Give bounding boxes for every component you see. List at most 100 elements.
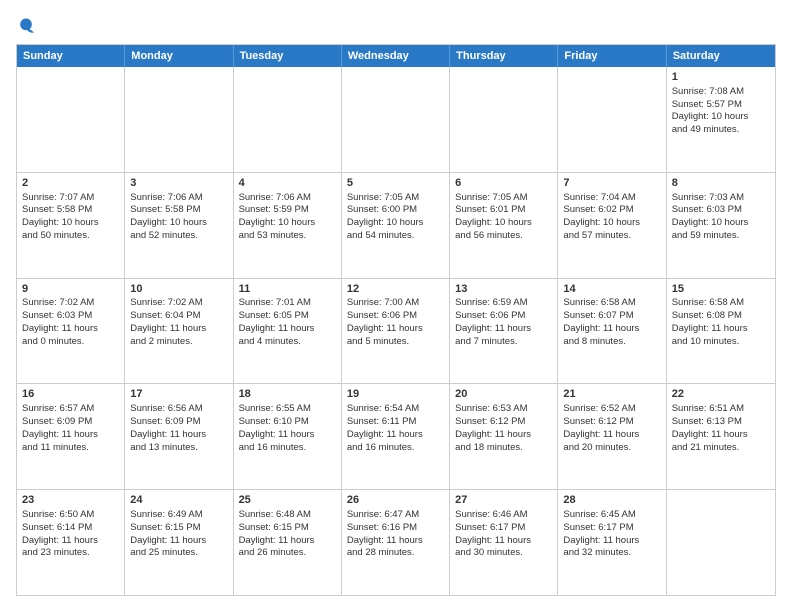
calendar-day-25: 25Sunrise: 6:48 AM Sunset: 6:15 PM Dayli… xyxy=(234,490,342,595)
day-number: 1 xyxy=(672,70,770,85)
calendar-row: 23Sunrise: 6:50 AM Sunset: 6:14 PM Dayli… xyxy=(17,490,775,595)
weekday-header: Sunday xyxy=(17,45,125,67)
day-info: Sunrise: 6:52 AM Sunset: 6:12 PM Dayligh… xyxy=(563,403,639,452)
day-info: Sunrise: 6:53 AM Sunset: 6:12 PM Dayligh… xyxy=(455,403,531,452)
calendar-day-20: 20Sunrise: 6:53 AM Sunset: 6:12 PM Dayli… xyxy=(450,384,558,489)
day-info: Sunrise: 6:56 AM Sunset: 6:09 PM Dayligh… xyxy=(130,403,206,452)
day-number: 6 xyxy=(455,176,552,191)
day-number: 26 xyxy=(347,493,444,508)
calendar: SundayMondayTuesdayWednesdayThursdayFrid… xyxy=(16,44,776,596)
calendar-day-21: 21Sunrise: 6:52 AM Sunset: 6:12 PM Dayli… xyxy=(558,384,666,489)
day-info: Sunrise: 7:02 AM Sunset: 6:03 PM Dayligh… xyxy=(22,297,98,346)
calendar-day-17: 17Sunrise: 6:56 AM Sunset: 6:09 PM Dayli… xyxy=(125,384,233,489)
calendar-day-10: 10Sunrise: 7:02 AM Sunset: 6:04 PM Dayli… xyxy=(125,279,233,384)
calendar-day-7: 7Sunrise: 7:04 AM Sunset: 6:02 PM Daylig… xyxy=(558,173,666,278)
calendar-day-26: 26Sunrise: 6:47 AM Sunset: 6:16 PM Dayli… xyxy=(342,490,450,595)
day-number: 25 xyxy=(239,493,336,508)
calendar-day-18: 18Sunrise: 6:55 AM Sunset: 6:10 PM Dayli… xyxy=(234,384,342,489)
day-number: 24 xyxy=(130,493,227,508)
day-info: Sunrise: 7:06 AM Sunset: 5:59 PM Dayligh… xyxy=(239,192,316,241)
day-number: 10 xyxy=(130,282,227,297)
calendar-empty-cell xyxy=(342,67,450,172)
day-info: Sunrise: 7:00 AM Sunset: 6:06 PM Dayligh… xyxy=(347,297,423,346)
day-number: 2 xyxy=(22,176,119,191)
page: SundayMondayTuesdayWednesdayThursdayFrid… xyxy=(0,0,792,612)
calendar-day-19: 19Sunrise: 6:54 AM Sunset: 6:11 PM Dayli… xyxy=(342,384,450,489)
day-info: Sunrise: 6:51 AM Sunset: 6:13 PM Dayligh… xyxy=(672,403,748,452)
calendar-day-13: 13Sunrise: 6:59 AM Sunset: 6:06 PM Dayli… xyxy=(450,279,558,384)
calendar-header: SundayMondayTuesdayWednesdayThursdayFrid… xyxy=(17,45,775,67)
day-info: Sunrise: 6:49 AM Sunset: 6:15 PM Dayligh… xyxy=(130,509,206,558)
day-number: 14 xyxy=(563,282,660,297)
calendar-day-3: 3Sunrise: 7:06 AM Sunset: 5:58 PM Daylig… xyxy=(125,173,233,278)
calendar-day-11: 11Sunrise: 7:01 AM Sunset: 6:05 PM Dayli… xyxy=(234,279,342,384)
day-number: 19 xyxy=(347,387,444,402)
day-number: 22 xyxy=(672,387,770,402)
calendar-day-22: 22Sunrise: 6:51 AM Sunset: 6:13 PM Dayli… xyxy=(667,384,775,489)
calendar-empty-cell xyxy=(234,67,342,172)
day-info: Sunrise: 7:04 AM Sunset: 6:02 PM Dayligh… xyxy=(563,192,640,241)
calendar-day-14: 14Sunrise: 6:58 AM Sunset: 6:07 PM Dayli… xyxy=(558,279,666,384)
calendar-empty-cell xyxy=(125,67,233,172)
day-number: 16 xyxy=(22,387,119,402)
calendar-empty-cell xyxy=(667,490,775,595)
calendar-day-27: 27Sunrise: 6:46 AM Sunset: 6:17 PM Dayli… xyxy=(450,490,558,595)
day-number: 23 xyxy=(22,493,119,508)
day-number: 17 xyxy=(130,387,227,402)
calendar-day-9: 9Sunrise: 7:02 AM Sunset: 6:03 PM Daylig… xyxy=(17,279,125,384)
day-number: 12 xyxy=(347,282,444,297)
weekday-header: Monday xyxy=(125,45,233,67)
day-number: 4 xyxy=(239,176,336,191)
calendar-day-8: 8Sunrise: 7:03 AM Sunset: 6:03 PM Daylig… xyxy=(667,173,775,278)
calendar-day-16: 16Sunrise: 6:57 AM Sunset: 6:09 PM Dayli… xyxy=(17,384,125,489)
day-info: Sunrise: 7:07 AM Sunset: 5:58 PM Dayligh… xyxy=(22,192,99,241)
day-info: Sunrise: 7:03 AM Sunset: 6:03 PM Dayligh… xyxy=(672,192,749,241)
weekday-header: Wednesday xyxy=(342,45,450,67)
day-number: 21 xyxy=(563,387,660,402)
calendar-day-1: 1Sunrise: 7:08 AM Sunset: 5:57 PM Daylig… xyxy=(667,67,775,172)
calendar-day-2: 2Sunrise: 7:07 AM Sunset: 5:58 PM Daylig… xyxy=(17,173,125,278)
calendar-empty-cell xyxy=(558,67,666,172)
calendar-day-24: 24Sunrise: 6:49 AM Sunset: 6:15 PM Dayli… xyxy=(125,490,233,595)
day-info: Sunrise: 6:58 AM Sunset: 6:07 PM Dayligh… xyxy=(563,297,639,346)
calendar-day-28: 28Sunrise: 6:45 AM Sunset: 6:17 PM Dayli… xyxy=(558,490,666,595)
logo-icon xyxy=(16,16,36,36)
day-info: Sunrise: 7:01 AM Sunset: 6:05 PM Dayligh… xyxy=(239,297,315,346)
day-number: 15 xyxy=(672,282,770,297)
day-number: 5 xyxy=(347,176,444,191)
day-number: 7 xyxy=(563,176,660,191)
logo xyxy=(16,16,40,36)
calendar-day-15: 15Sunrise: 6:58 AM Sunset: 6:08 PM Dayli… xyxy=(667,279,775,384)
header xyxy=(16,16,776,36)
day-number: 13 xyxy=(455,282,552,297)
calendar-day-6: 6Sunrise: 7:05 AM Sunset: 6:01 PM Daylig… xyxy=(450,173,558,278)
calendar-row: 1Sunrise: 7:08 AM Sunset: 5:57 PM Daylig… xyxy=(17,67,775,173)
calendar-row: 2Sunrise: 7:07 AM Sunset: 5:58 PM Daylig… xyxy=(17,173,775,279)
day-info: Sunrise: 6:50 AM Sunset: 6:14 PM Dayligh… xyxy=(22,509,98,558)
day-info: Sunrise: 6:48 AM Sunset: 6:15 PM Dayligh… xyxy=(239,509,315,558)
day-number: 20 xyxy=(455,387,552,402)
calendar-day-12: 12Sunrise: 7:00 AM Sunset: 6:06 PM Dayli… xyxy=(342,279,450,384)
day-info: Sunrise: 6:46 AM Sunset: 6:17 PM Dayligh… xyxy=(455,509,531,558)
day-number: 28 xyxy=(563,493,660,508)
day-info: Sunrise: 6:54 AM Sunset: 6:11 PM Dayligh… xyxy=(347,403,423,452)
day-info: Sunrise: 7:05 AM Sunset: 6:01 PM Dayligh… xyxy=(455,192,532,241)
calendar-day-23: 23Sunrise: 6:50 AM Sunset: 6:14 PM Dayli… xyxy=(17,490,125,595)
day-info: Sunrise: 6:45 AM Sunset: 6:17 PM Dayligh… xyxy=(563,509,639,558)
day-number: 9 xyxy=(22,282,119,297)
calendar-empty-cell xyxy=(450,67,558,172)
day-number: 18 xyxy=(239,387,336,402)
day-info: Sunrise: 6:58 AM Sunset: 6:08 PM Dayligh… xyxy=(672,297,748,346)
weekday-header: Saturday xyxy=(667,45,775,67)
weekday-header: Tuesday xyxy=(234,45,342,67)
day-info: Sunrise: 7:05 AM Sunset: 6:00 PM Dayligh… xyxy=(347,192,424,241)
calendar-day-4: 4Sunrise: 7:06 AM Sunset: 5:59 PM Daylig… xyxy=(234,173,342,278)
calendar-empty-cell xyxy=(17,67,125,172)
day-number: 8 xyxy=(672,176,770,191)
day-number: 27 xyxy=(455,493,552,508)
day-info: Sunrise: 6:55 AM Sunset: 6:10 PM Dayligh… xyxy=(239,403,315,452)
day-info: Sunrise: 7:06 AM Sunset: 5:58 PM Dayligh… xyxy=(130,192,207,241)
day-info: Sunrise: 7:08 AM Sunset: 5:57 PM Dayligh… xyxy=(672,86,749,135)
weekday-header: Friday xyxy=(558,45,666,67)
day-number: 3 xyxy=(130,176,227,191)
